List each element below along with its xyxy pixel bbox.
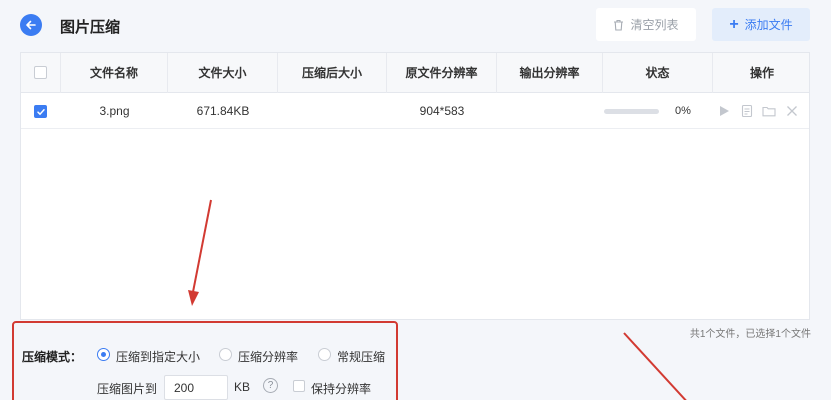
select-all-checkbox[interactable] bbox=[34, 66, 47, 79]
add-file-button[interactable]: + 添加文件 bbox=[712, 8, 810, 41]
file-size: 671.84KB bbox=[196, 104, 250, 118]
table-row[interactable]: 3.png 671.84KB 904*583 0% bbox=[21, 94, 809, 129]
back-button[interactable] bbox=[20, 14, 42, 36]
column-header-size[interactable]: 文件大小 bbox=[168, 53, 278, 93]
file-count-summary: 共1个文件，已选择1个文件 bbox=[689, 329, 811, 340]
output-resolution bbox=[497, 94, 603, 129]
radio-label-compress-to-size[interactable]: 压缩到指定大小 bbox=[116, 348, 200, 365]
clear-list-button[interactable]: 清空列表 bbox=[596, 8, 696, 41]
column-header-original-resolution[interactable]: 原文件分辨率 bbox=[387, 53, 497, 93]
progress-text: 0% bbox=[675, 105, 691, 117]
column-header-output-resolution[interactable]: 输出分辨率 bbox=[497, 53, 603, 93]
add-file-label: 添加文件 bbox=[744, 18, 793, 32]
document-icon[interactable] bbox=[740, 104, 754, 118]
folder-icon[interactable] bbox=[762, 104, 776, 118]
close-icon[interactable] bbox=[785, 104, 799, 118]
original-resolution: 904*583 bbox=[419, 104, 465, 118]
help-icon[interactable]: ? bbox=[263, 378, 278, 393]
progress-bar bbox=[604, 109, 659, 114]
column-header-actions: 操作 bbox=[749, 66, 774, 80]
compression-mode-label: 压缩模式： bbox=[22, 350, 83, 364]
page-title: 图片压缩 bbox=[60, 19, 121, 36]
radio-compress-to-size[interactable] bbox=[97, 348, 110, 361]
radio-compress-resolution[interactable] bbox=[219, 348, 232, 361]
row-checkbox[interactable] bbox=[34, 105, 47, 118]
play-icon[interactable] bbox=[717, 104, 731, 118]
clear-list-label: 清空列表 bbox=[630, 18, 679, 32]
target-size-label: 压缩图片到 bbox=[97, 382, 158, 396]
compression-settings-panel: 压缩模式： 压缩到指定大小 压缩分辨率 常规压缩 压缩图片到 KB ? 保持分辨… bbox=[12, 321, 398, 400]
check-icon bbox=[37, 109, 45, 116]
size-unit: KB bbox=[234, 380, 251, 394]
column-header-compressed-size[interactable]: 压缩后大小 bbox=[278, 53, 387, 93]
header: 图片压缩 清空列表 + 添加文件 bbox=[0, 0, 831, 50]
arrow-left-icon bbox=[26, 20, 36, 30]
file-name: 3.png bbox=[99, 104, 130, 118]
radio-label-normal-compress[interactable]: 常规压缩 bbox=[337, 348, 385, 365]
file-table: 文件名称 文件大小 压缩后大小 原文件分辨率 输出分辨率 状态 操作 3.png… bbox=[20, 52, 810, 320]
keep-resolution-checkbox[interactable] bbox=[293, 380, 305, 392]
radio-label-compress-resolution[interactable]: 压缩分辨率 bbox=[238, 348, 298, 365]
compressed-size bbox=[278, 94, 387, 129]
keep-resolution-label[interactable]: 保持分辨率 bbox=[311, 380, 371, 397]
target-size-input[interactable] bbox=[164, 375, 228, 400]
table-header: 文件名称 文件大小 压缩后大小 原文件分辨率 输出分辨率 状态 操作 bbox=[21, 53, 809, 93]
plus-icon: + bbox=[729, 15, 739, 33]
radio-normal-compress[interactable] bbox=[318, 348, 331, 361]
column-header-status[interactable]: 状态 bbox=[603, 53, 713, 93]
annotation-arrow-right bbox=[623, 332, 687, 400]
column-header-name[interactable]: 文件名称 bbox=[61, 53, 168, 93]
select-all-cell bbox=[21, 53, 61, 93]
trash-icon bbox=[614, 19, 624, 31]
